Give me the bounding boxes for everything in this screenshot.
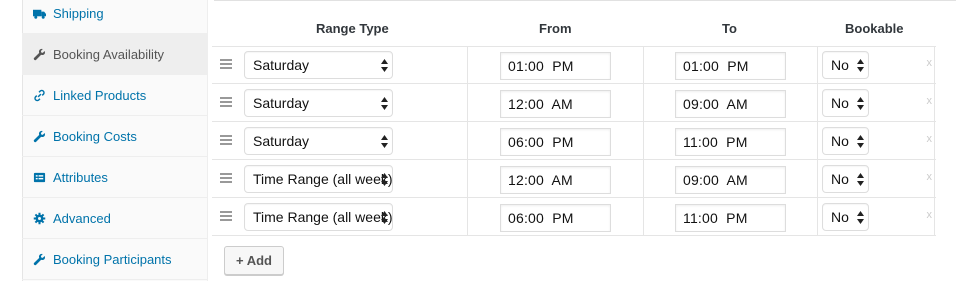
input-value: 01:00 PM — [683, 58, 749, 74]
wrench-icon — [32, 47, 46, 61]
tab-shipping[interactable]: Shipping — [22, 0, 208, 34]
select-arrows-icon — [857, 97, 864, 110]
select-arrows-icon — [381, 135, 388, 148]
add-range-button[interactable]: + Add — [224, 246, 284, 275]
column-header-to: To — [722, 21, 737, 36]
bookable-select[interactable]: No — [822, 89, 869, 117]
column-header-from: From — [539, 21, 572, 36]
input-value: 09:00 AM — [683, 96, 748, 112]
tab-label: Booking Costs — [53, 128, 137, 144]
remove-row-button[interactable]: x — [927, 209, 933, 221]
tab-label: Booking Availability — [53, 46, 165, 62]
tab-attributes[interactable]: Attributes — [22, 157, 208, 198]
select-value: Time Range (all week) — [253, 171, 392, 187]
range-type-select[interactable]: Time Range (all week) — [244, 203, 393, 231]
bookable-select[interactable]: No — [822, 203, 869, 231]
drag-handle-icon[interactable] — [220, 59, 232, 69]
select-value: Saturday — [253, 57, 310, 73]
select-value: No — [831, 171, 849, 187]
drag-handle-icon[interactable] — [220, 173, 232, 183]
wrench-icon — [32, 252, 46, 266]
from-time-input[interactable]: 12:00 AM — [500, 166, 611, 194]
select-arrows-icon — [857, 211, 864, 224]
column-header-range-type: Range Type — [316, 21, 389, 36]
remove-row-button[interactable]: x — [927, 57, 933, 69]
select-arrows-icon — [857, 59, 864, 72]
select-arrows-icon — [857, 173, 864, 186]
table-row: Saturday 06:00 PM 11:00 PM No x — [212, 122, 936, 160]
tab-label: Booking Participants — [53, 251, 172, 267]
tab-booking-costs[interactable]: Booking Costs — [22, 116, 208, 157]
tab-label: Advanced — [53, 210, 111, 226]
input-value: 12:00 AM — [508, 96, 573, 112]
to-time-input[interactable]: 09:00 AM — [675, 166, 786, 194]
select-value: No — [831, 57, 849, 73]
bookable-select[interactable]: No — [822, 51, 869, 79]
range-type-select[interactable]: Saturday — [244, 89, 393, 117]
input-value: 11:00 PM — [683, 134, 748, 150]
table-row: Saturday 01:00 PM 01:00 PM No x — [212, 46, 936, 84]
link-icon — [32, 88, 46, 102]
select-value: Saturday — [253, 95, 310, 111]
range-type-select[interactable]: Saturday — [244, 51, 393, 79]
select-arrows-icon — [381, 211, 388, 224]
drag-handle-icon[interactable] — [220, 135, 232, 145]
table-row: Time Range (all week) 06:00 PM 11:00 PM No x — [212, 198, 936, 236]
to-time-input[interactable]: 09:00 AM — [675, 90, 786, 118]
product-data-tabs: Shipping Booking Availability Linked Pro… — [0, 0, 208, 281]
tab-booking-participants[interactable]: Booking Participants — [22, 239, 208, 280]
tab-advanced[interactable]: Advanced — [22, 198, 208, 239]
select-arrows-icon — [857, 135, 864, 148]
from-time-input[interactable]: 01:00 PM — [500, 52, 611, 80]
remove-row-button[interactable]: x — [927, 171, 933, 183]
input-value: 06:00 PM — [508, 210, 574, 226]
wrench-icon — [32, 129, 46, 143]
select-arrows-icon — [381, 59, 388, 72]
select-value: No — [831, 209, 849, 225]
list-table-icon — [32, 170, 46, 184]
input-value: 06:00 PM — [508, 134, 574, 150]
input-value: 01:00 PM — [508, 58, 574, 74]
remove-row-button[interactable]: x — [927, 95, 933, 107]
remove-row-button[interactable]: x — [927, 133, 933, 145]
tab-booking-availability[interactable]: Booking Availability — [22, 34, 208, 75]
table-row: Saturday 12:00 AM 09:00 AM No x — [212, 84, 936, 122]
drag-handle-icon[interactable] — [220, 97, 232, 107]
truck-icon — [32, 6, 46, 20]
gear-icon — [32, 211, 46, 225]
select-value: Saturday — [253, 133, 310, 149]
bookable-select[interactable]: No — [822, 127, 869, 155]
from-time-input[interactable]: 06:00 PM — [500, 128, 611, 156]
range-type-select[interactable]: Saturday — [244, 127, 393, 155]
select-value: No — [831, 133, 849, 149]
range-type-select[interactable]: Time Range (all week) — [244, 165, 393, 193]
from-time-input[interactable]: 12:00 AM — [500, 90, 611, 118]
to-time-input[interactable]: 11:00 PM — [675, 128, 786, 156]
from-time-input[interactable]: 06:00 PM — [500, 204, 611, 232]
column-header-bookable: Bookable — [845, 21, 904, 36]
select-value: Time Range (all week) — [253, 209, 392, 225]
to-time-input[interactable]: 11:00 PM — [675, 204, 786, 232]
input-value: 09:00 AM — [683, 172, 748, 188]
select-arrows-icon — [381, 173, 388, 186]
input-value: 11:00 PM — [683, 210, 748, 226]
tab-label: Attributes — [53, 169, 108, 185]
to-time-input[interactable]: 01:00 PM — [675, 52, 786, 80]
drag-handle-icon[interactable] — [220, 211, 232, 221]
table-row: Time Range (all week) 12:00 AM 09:00 AM No x — [212, 160, 936, 198]
tab-linked-products[interactable]: Linked Products — [22, 75, 208, 116]
bookable-select[interactable]: No — [822, 165, 869, 193]
select-value: No — [831, 95, 849, 111]
input-value: 12:00 AM — [508, 172, 573, 188]
select-arrows-icon — [381, 97, 388, 110]
tab-label: Shipping — [53, 5, 104, 21]
tab-label: Linked Products — [53, 87, 147, 103]
